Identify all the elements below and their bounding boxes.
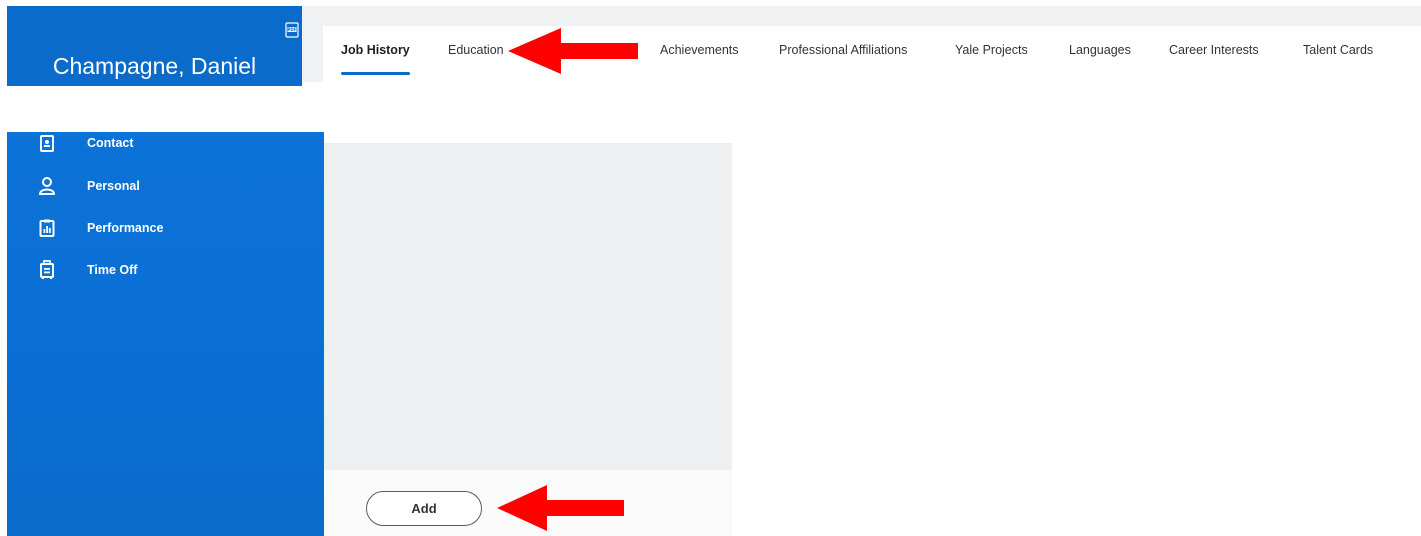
contact-card-icon — [40, 135, 54, 152]
luggage-icon — [40, 260, 54, 279]
person-icon — [38, 177, 56, 195]
tab-strip: Job History Education Achievements Profe… — [323, 26, 1421, 82]
sidebar: Contact Personal Performance Time Off — [7, 132, 324, 536]
svg-text:PDF: PDF — [288, 27, 297, 32]
sidebar-item-performance[interactable]: Performance — [7, 214, 324, 244]
sidebar-item-contact[interactable]: Contact — [7, 132, 324, 159]
pdf-export-icon[interactable]: PDF — [285, 22, 299, 38]
tab-education[interactable]: Education — [448, 42, 504, 58]
tab-bar: Job History Education Achievements Profe… — [302, 6, 1421, 82]
add-button[interactable]: Add — [366, 491, 482, 526]
sidebar-item-personal[interactable]: Personal — [7, 172, 324, 202]
sidebar-item-time-off[interactable]: Time Off — [7, 256, 324, 286]
tab-languages[interactable]: Languages — [1069, 42, 1131, 58]
tab-yale-projects[interactable]: Yale Projects — [955, 42, 1028, 58]
worker-header: PDF Champagne, Daniel — [7, 6, 302, 86]
sidebar-item-label: Time Off — [87, 263, 138, 277]
annotation-arrow-education — [508, 28, 638, 74]
sidebar-item-label: Performance — [87, 221, 164, 235]
tab-achievements[interactable]: Achievements — [660, 42, 739, 58]
tab-talent-cards[interactable]: Talent Cards — [1303, 42, 1373, 58]
worker-name: Champagne, Daniel — [52, 53, 257, 79]
tab-career-interests[interactable]: Career Interests — [1169, 42, 1259, 58]
sidebar-item-label: Contact — [87, 136, 134, 150]
clipboard-chart-icon — [39, 219, 55, 237]
sidebar-item-label: Personal — [87, 179, 140, 193]
content-panel — [324, 143, 732, 470]
tab-job-history[interactable]: Job History — [341, 42, 410, 75]
annotation-arrow-add — [497, 485, 624, 531]
tab-professional-affiliations[interactable]: Professional Affiliations — [779, 42, 907, 58]
